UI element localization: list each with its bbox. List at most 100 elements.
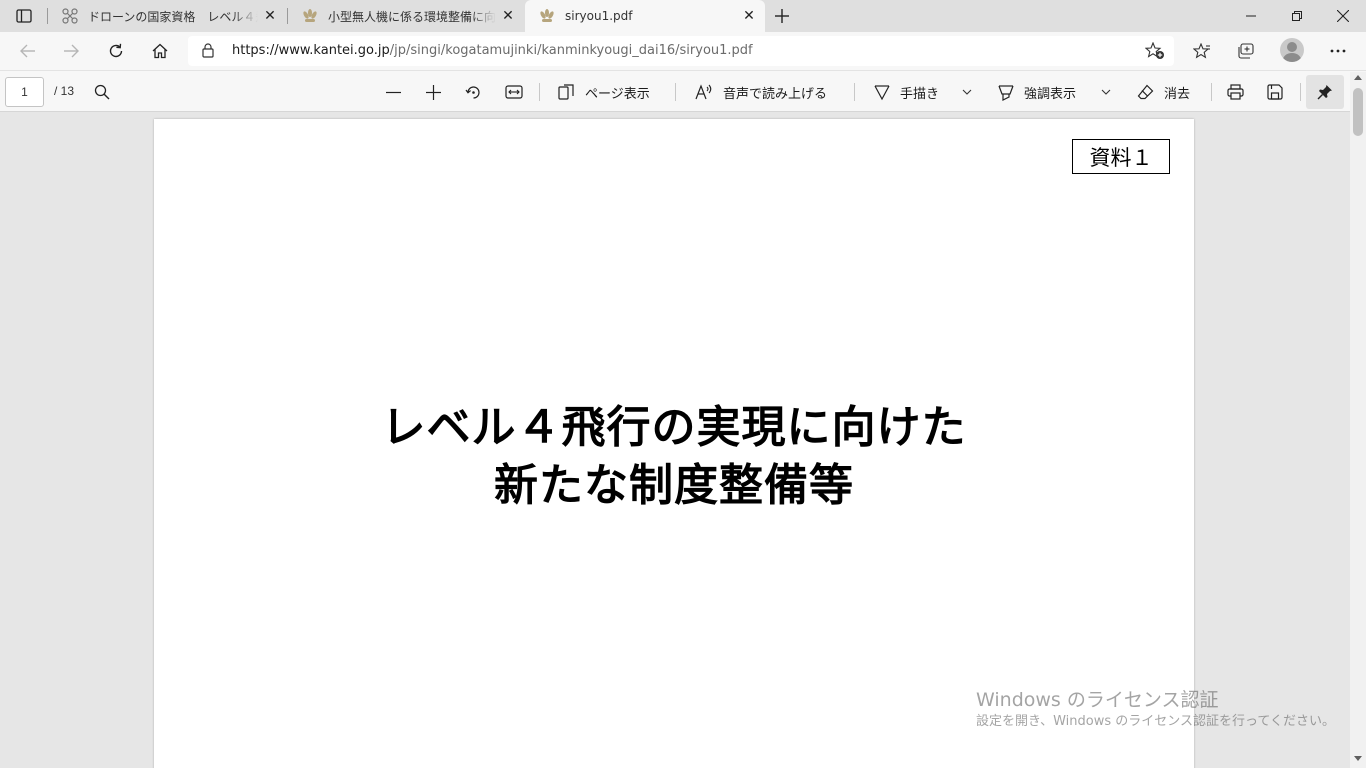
title-line-2: 新たな制度整備等 <box>494 460 854 511</box>
close-icon: ✕ <box>502 8 514 24</box>
profile-avatar[interactable] <box>1280 38 1304 62</box>
tab-title: siryou1.pdf <box>565 9 633 23</box>
toolbar-divider <box>675 83 676 101</box>
kantei-emblem-icon <box>539 8 555 24</box>
page-view-icon <box>558 84 574 100</box>
address-bar[interactable]: https://www.kantei.go.jp/jp/singi/kogata… <box>188 36 1174 66</box>
favorites-button[interactable] <box>1187 36 1217 66</box>
windows-activation-watermark: Windows のライセンス認証 設定を開き、Windows のライセンス認証を… <box>976 688 1335 732</box>
pin-icon <box>1317 85 1332 100</box>
plus-icon <box>426 84 441 100</box>
minimize-button[interactable] <box>1228 0 1274 32</box>
url-path: /jp/singi/kogatamujinki/kanminkyougi_dai… <box>389 43 753 58</box>
tab-close-button[interactable]: ✕ <box>496 4 520 28</box>
highlight-button[interactable]: 強調表示 <box>998 79 1076 105</box>
tab-drone-license[interactable]: ドローンの国家資格 レベル４飛行の ✕ <box>48 0 286 32</box>
add-favorite-button[interactable] <box>1144 41 1166 61</box>
page-view-button[interactable]: ページ表示 <box>558 79 650 105</box>
zoom-in-button[interactable] <box>426 79 441 105</box>
toolbar-divider <box>539 83 540 101</box>
vertical-scrollbar[interactable] <box>1350 72 1366 768</box>
kantei-emblem-icon <box>302 8 318 24</box>
home-button[interactable] <box>145 36 175 66</box>
chevron-down-icon <box>962 89 972 95</box>
find-button[interactable] <box>94 79 110 105</box>
read-aloud-label: 音声で読み上げる <box>723 86 828 102</box>
toolbar-divider <box>1300 83 1301 101</box>
restore-icon <box>1292 11 1302 21</box>
chevron-down-icon <box>1101 89 1111 95</box>
close-icon <box>1337 10 1349 22</box>
highlight-options-dropdown[interactable] <box>1101 79 1111 105</box>
highlighter-icon <box>998 84 1014 101</box>
lock-icon[interactable] <box>202 43 214 62</box>
settings-menu-button[interactable] <box>1323 36 1353 66</box>
url-host: https://www.kantei.go.jp <box>232 43 390 58</box>
arrow-left-icon <box>20 44 35 58</box>
refresh-button[interactable] <box>101 36 131 66</box>
tab-strip: ドローンの国家資格 レベル４飛行の ✕ 小型無人機に係る環境整備に向けた ✕ s… <box>0 0 1366 32</box>
search-icon <box>94 84 110 100</box>
window-close-button[interactable] <box>1320 0 1366 32</box>
watermark-title: Windows のライセンス認証 <box>976 689 1219 711</box>
tab-title: 小型無人機に係る環境整備に向けた <box>328 9 496 24</box>
pdf-toolbar: / 13 ページ表示 音声で読み上げる 手描き 強調表示 消去 <box>0 70 1366 112</box>
draw-options-dropdown[interactable] <box>962 79 972 105</box>
navigation-bar: https://www.kantei.go.jp/jp/singi/kogata… <box>0 32 1366 70</box>
tab-close-button[interactable]: ✕ <box>258 4 282 28</box>
forward-button[interactable] <box>56 36 86 66</box>
save-icon <box>1267 84 1283 100</box>
fit-to-width-button[interactable] <box>505 79 523 105</box>
pdf-viewer[interactable]: 資料１ レベル４飛行の実現に向けた 新たな制度整備等 <box>0 112 1350 768</box>
drone-icon <box>62 8 78 24</box>
star-add-icon <box>1145 42 1164 59</box>
close-icon: ✕ <box>264 8 276 24</box>
tab-environment-plan[interactable]: 小型無人機に係る環境整備に向けた ✕ <box>288 0 524 32</box>
arrow-right-icon <box>64 44 79 58</box>
document-title: レベル４飛行の実現に向けた 新たな制度整備等 <box>154 399 1194 515</box>
draw-button[interactable]: 手描き <box>874 79 939 105</box>
rotate-icon <box>465 85 480 99</box>
favorites-icon <box>1193 43 1210 59</box>
zoom-out-button[interactable] <box>386 79 401 105</box>
restore-button[interactable] <box>1274 0 1320 32</box>
new-tab-button[interactable] <box>768 4 796 28</box>
pdf-page: 資料１ レベル４飛行の実現に向けた 新たな制度整備等 <box>154 119 1194 768</box>
scroll-up-arrow[interactable] <box>1354 75 1362 80</box>
more-icon <box>1330 49 1346 53</box>
page-total: / 13 <box>54 84 75 98</box>
tab-siryou1-pdf[interactable]: siryou1.pdf ✕ <box>525 0 765 32</box>
page-number-input[interactable] <box>5 77 44 107</box>
document-label-box: 資料１ <box>1072 139 1170 174</box>
eraser-icon <box>1137 84 1154 100</box>
refresh-icon <box>109 43 123 58</box>
scroll-thumb[interactable] <box>1353 88 1363 136</box>
back-button[interactable] <box>13 36 43 66</box>
print-button[interactable] <box>1227 79 1244 105</box>
url-text: https://www.kantei.go.jp/jp/singi/kogata… <box>232 43 753 58</box>
plus-icon <box>775 9 789 23</box>
watermark-subtitle: 設定を開き、Windows のライセンス認証を行ってください。 <box>976 714 1335 729</box>
draw-label: 手描き <box>900 86 940 102</box>
tab-actions-button[interactable] <box>8 4 40 28</box>
pen-icon <box>874 84 890 100</box>
erase-button[interactable]: 消去 <box>1137 79 1190 105</box>
scroll-down-arrow[interactable] <box>1354 756 1362 761</box>
collections-button[interactable] <box>1231 36 1261 66</box>
read-aloud-icon <box>695 84 712 100</box>
collections-icon <box>1238 43 1254 59</box>
minimize-icon <box>1246 15 1256 17</box>
tab-close-button[interactable]: ✕ <box>737 4 761 28</box>
toolbar-divider <box>1211 83 1212 101</box>
tab-actions-icon <box>16 9 32 23</box>
page-view-label: ページ表示 <box>585 86 650 102</box>
read-aloud-button[interactable]: 音声で読み上げる <box>695 79 827 105</box>
tab-title: ドローンの国家資格 レベル４飛行の <box>88 9 258 24</box>
pin-toolbar-button[interactable] <box>1306 75 1344 109</box>
fit-width-icon <box>505 85 523 99</box>
close-icon: ✕ <box>743 8 755 24</box>
home-icon <box>152 43 168 59</box>
save-button[interactable] <box>1267 79 1283 105</box>
highlight-label: 強調表示 <box>1024 86 1077 102</box>
rotate-button[interactable] <box>465 79 482 105</box>
